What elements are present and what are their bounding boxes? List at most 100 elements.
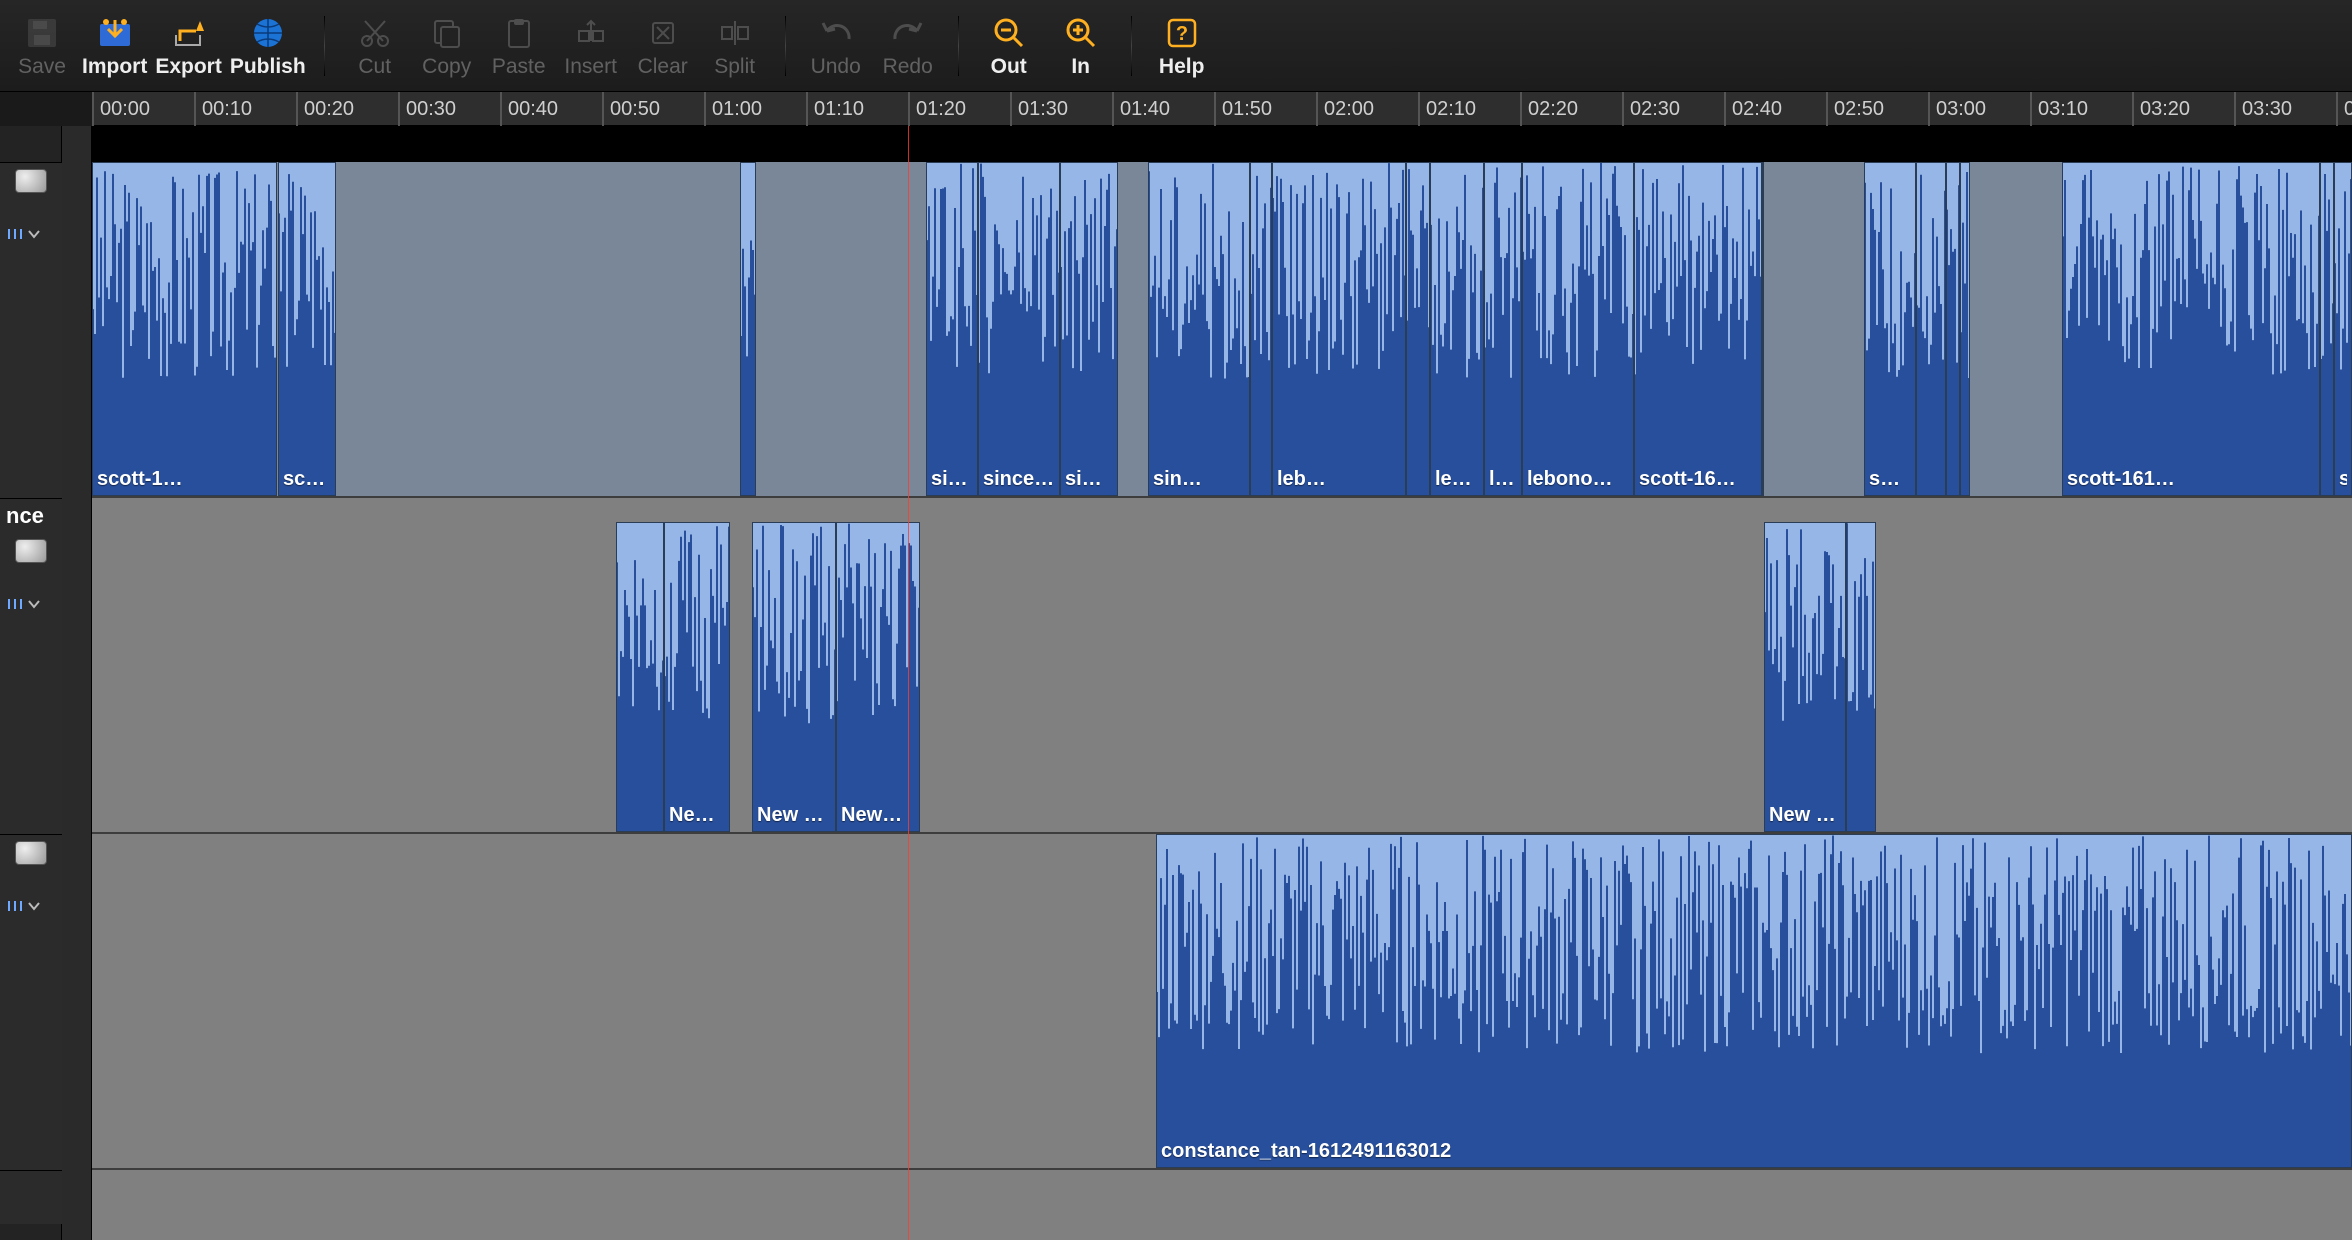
track-header[interactable] xyxy=(0,162,62,498)
paste-label: Paste xyxy=(492,55,546,79)
audio-clip[interactable]: le… xyxy=(1430,162,1484,496)
export-button[interactable]: Export xyxy=(151,9,226,83)
audio-clip[interactable]: New … xyxy=(752,522,836,832)
ruler-tick: 00:10 xyxy=(194,92,296,125)
audio-clip[interactable] xyxy=(1916,162,1946,496)
save-label: Save xyxy=(18,55,66,79)
copy-button[interactable]: Copy xyxy=(411,9,483,83)
undo-icon xyxy=(818,15,854,51)
audio-clip[interactable]: scott-16… xyxy=(1634,162,1762,496)
help-label: Help xyxy=(1159,55,1205,79)
time-ruler[interactable]: 00:0000:1000:2000:3000:4000:5001:0001:10… xyxy=(92,92,2352,126)
save-button[interactable]: Save xyxy=(6,9,78,83)
track[interactable]: constance_tan-1612491163012 xyxy=(92,834,2352,1170)
toolbar-sep xyxy=(785,16,786,76)
clip-label: scott-16… xyxy=(1639,468,1736,491)
clip-label: constance_tan-1612491163012 xyxy=(1161,1140,1451,1163)
svg-text:?: ? xyxy=(1176,23,1188,45)
clip-label: since… xyxy=(983,468,1054,491)
paste-icon xyxy=(501,15,537,51)
audio-clip[interactable]: sin… xyxy=(1060,162,1118,496)
cut-button[interactable]: Cut xyxy=(339,9,411,83)
track-fx-dropdown[interactable] xyxy=(6,227,56,241)
ruler-tick: 02:40 xyxy=(1724,92,1826,125)
audio-clip[interactable] xyxy=(1250,162,1272,496)
publish-button[interactable]: Publish xyxy=(226,9,310,83)
ruler-tick: 02:30 xyxy=(1622,92,1724,125)
help-button[interactable]: ? Help xyxy=(1146,9,1218,83)
split-label: Split xyxy=(714,55,755,79)
ruler-tick: 00:00 xyxy=(92,92,194,125)
track-header[interactable]: nce xyxy=(0,498,62,834)
clip-label: New… xyxy=(841,804,902,827)
globe-icon xyxy=(250,15,286,51)
audio-clip[interactable]: si… xyxy=(926,162,978,496)
paste-button[interactable]: Paste xyxy=(483,9,555,83)
ruler-tick: 00:20 xyxy=(296,92,398,125)
audio-clip[interactable]: lebono… xyxy=(1522,162,1634,496)
insert-button[interactable]: Insert xyxy=(555,9,627,83)
ruler-tick: 01:20 xyxy=(908,92,1010,125)
audio-clip[interactable]: since… xyxy=(978,162,1060,496)
sliders-icon xyxy=(6,227,24,241)
track-header[interactable] xyxy=(0,1170,62,1224)
track-fx-dropdown[interactable] xyxy=(6,597,56,611)
playhead[interactable] xyxy=(908,126,909,1240)
redo-button[interactable]: Redo xyxy=(872,9,944,83)
track-gutter xyxy=(62,126,92,1240)
audio-clip[interactable]: New … xyxy=(664,522,730,832)
audio-clip[interactable]: sco… xyxy=(278,162,336,496)
audio-clip[interactable]: sco… xyxy=(1864,162,1916,496)
audio-clip[interactable] xyxy=(1762,162,1764,496)
ruler-tick: 03:30 xyxy=(2234,92,2336,125)
audio-clip[interactable] xyxy=(2320,162,2334,496)
audio-clip[interactable] xyxy=(616,522,664,832)
audio-clip[interactable]: constance_tan-1612491163012 xyxy=(1156,834,2352,1168)
clip-label: si… xyxy=(931,468,968,491)
undo-button[interactable]: Undo xyxy=(800,9,872,83)
clip-label: scott-161… xyxy=(2067,468,2175,491)
audio-clip[interactable]: sin… xyxy=(1148,162,1250,496)
zoom-out-icon xyxy=(991,15,1027,51)
audio-clip[interactable] xyxy=(1946,162,1960,496)
volume-knob-icon[interactable] xyxy=(15,539,47,563)
audio-clip[interactable] xyxy=(1960,162,1970,496)
audio-clip[interactable]: le… xyxy=(1484,162,1522,496)
ruler-tick: 03:40 xyxy=(2336,92,2352,125)
main-toolbar: Save Import Export Publish Cut xyxy=(0,0,2352,92)
clip-label: sin… xyxy=(1065,468,1113,491)
clear-icon xyxy=(645,15,681,51)
clear-button[interactable]: Clear xyxy=(627,9,699,83)
track[interactable] xyxy=(92,1170,2352,1224)
audio-clip[interactable] xyxy=(1406,162,1430,496)
track-header[interactable] xyxy=(0,834,62,1170)
volume-knob-icon[interactable] xyxy=(15,169,47,193)
audio-clip[interactable]: New C… xyxy=(1764,522,1846,832)
import-icon xyxy=(97,15,133,51)
export-label: Export xyxy=(155,55,222,79)
audio-clip[interactable] xyxy=(740,162,756,496)
split-button[interactable]: Split xyxy=(699,9,771,83)
audio-clip[interactable]: leb… xyxy=(1272,162,1406,496)
timeline[interactable]: scott-1…sco…si…since…sin…sin…leb…le…le…l… xyxy=(92,126,2352,1240)
ruler-tick: 03:10 xyxy=(2030,92,2132,125)
zoom-out-button[interactable]: Out xyxy=(973,9,1045,83)
clip-label: sin… xyxy=(1153,468,1202,491)
import-label: Import xyxy=(82,55,147,79)
track-sidebar: nce xyxy=(0,126,62,1240)
audio-clip[interactable]: scott-1… xyxy=(92,162,277,496)
track[interactable]: scott-1…sco…si…since…sin…sin…leb…le…le…l… xyxy=(92,162,2352,498)
audio-clip[interactable]: scott-161… xyxy=(2062,162,2320,496)
toolbar-sep xyxy=(324,16,325,76)
ruler-tick: 01:40 xyxy=(1112,92,1214,125)
export-icon xyxy=(171,15,207,51)
volume-knob-icon[interactable] xyxy=(15,841,47,865)
clip-label: sco… xyxy=(283,468,331,491)
copy-icon xyxy=(429,15,465,51)
audio-clip[interactable] xyxy=(1846,522,1876,832)
track[interactable]: New …New …New…New C… xyxy=(92,498,2352,834)
track-fx-dropdown[interactable] xyxy=(6,899,56,913)
audio-clip[interactable]: s… xyxy=(2334,162,2352,496)
zoom-in-button[interactable]: In xyxy=(1045,9,1117,83)
import-button[interactable]: Import xyxy=(78,9,151,83)
